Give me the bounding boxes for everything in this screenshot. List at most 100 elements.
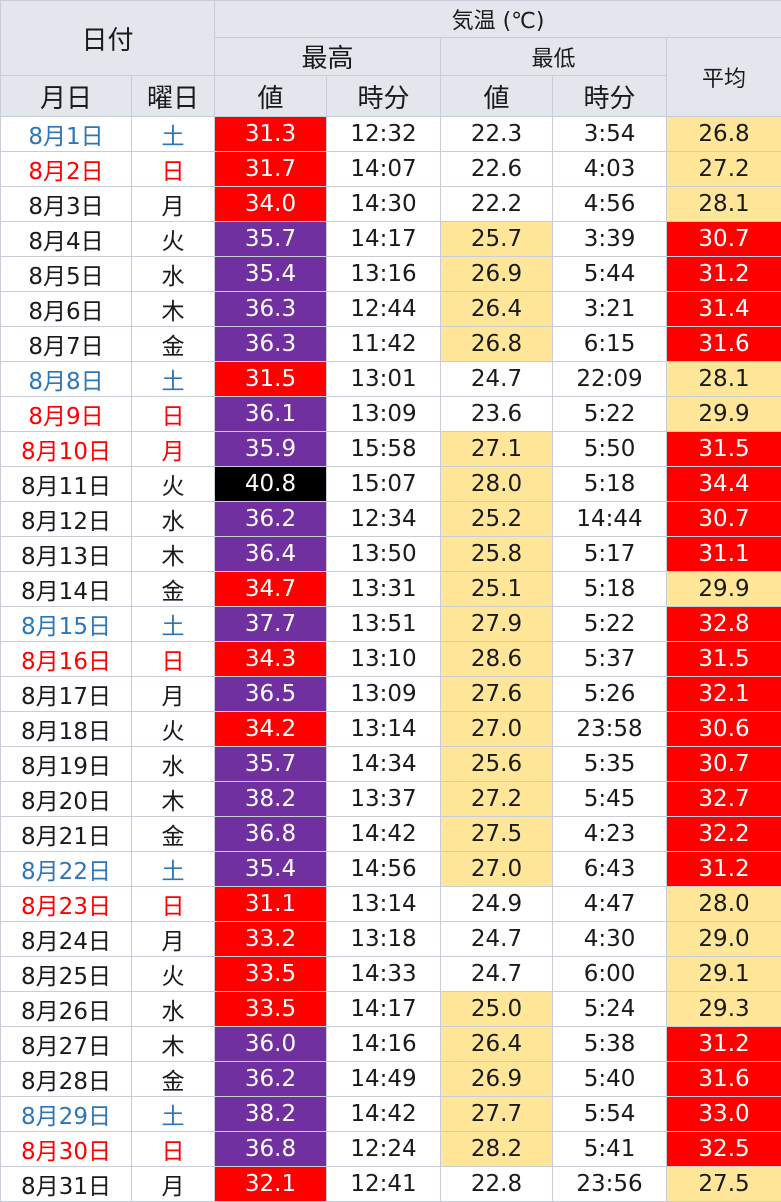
date-cell: 8月27日 [1, 1027, 132, 1062]
max-value-header: 値 [215, 76, 327, 117]
date-group-header: 日付 [1, 1, 215, 76]
min-time-cell: 6:00 [553, 957, 667, 992]
max-time-cell: 15:07 [327, 467, 441, 502]
date-cell: 8月28日 [1, 1062, 132, 1097]
min-value-cell: 22.8 [441, 1167, 553, 1202]
max-value-cell: 37.7 [215, 607, 327, 642]
weekday-cell: 土 [132, 362, 215, 397]
max-time-cell: 14:17 [327, 222, 441, 257]
table-row: 8月17日月36.513:0927.65:2632.1 [1, 677, 781, 712]
max-value-cell: 33.5 [215, 957, 327, 992]
max-value-cell: 36.8 [215, 817, 327, 852]
table-row: 8月27日木36.014:1626.45:3831.2 [1, 1027, 781, 1062]
min-value-cell: 27.9 [441, 607, 553, 642]
max-value-cell: 36.3 [215, 292, 327, 327]
min-time-cell: 3:21 [553, 292, 667, 327]
min-time-cell: 4:56 [553, 187, 667, 222]
min-value-cell: 25.7 [441, 222, 553, 257]
weekday-cell: 水 [132, 502, 215, 537]
date-cell: 8月29日 [1, 1097, 132, 1132]
avg-value-cell: 30.7 [667, 502, 781, 537]
table-row: 8月12日水36.212:3425.214:4430.7 [1, 502, 781, 537]
table-row: 8月4日火35.714:1725.73:3930.7 [1, 222, 781, 257]
month-day-header: 月日 [1, 76, 132, 117]
avg-value-cell: 28.1 [667, 362, 781, 397]
min-value-cell: 27.5 [441, 817, 553, 852]
avg-value-cell: 27.2 [667, 152, 781, 187]
table-row: 8月25日火33.514:3324.76:0029.1 [1, 957, 781, 992]
avg-value-cell: 29.9 [667, 572, 781, 607]
max-value-cell: 36.5 [215, 677, 327, 712]
max-value-cell: 36.0 [215, 1027, 327, 1062]
table-row: 8月23日日31.113:1424.94:4728.0 [1, 887, 781, 922]
temperature-group-header: 気温 (℃) [215, 1, 781, 38]
max-value-cell: 31.3 [215, 117, 327, 152]
weekday-cell: 土 [132, 852, 215, 887]
min-time-cell: 22:09 [553, 362, 667, 397]
max-value-cell: 35.7 [215, 222, 327, 257]
weekday-cell: 金 [132, 572, 215, 607]
min-value-cell: 25.8 [441, 537, 553, 572]
weekday-cell: 火 [132, 222, 215, 257]
min-value-cell: 26.4 [441, 1027, 553, 1062]
min-value-cell: 28.6 [441, 642, 553, 677]
min-value-cell: 28.2 [441, 1132, 553, 1167]
avg-value-cell: 31.6 [667, 327, 781, 362]
min-value-cell: 26.4 [441, 292, 553, 327]
temperature-table: 日付 気温 (℃) 最高 最低 平均 月日 曜日 値 時分 値 時分 8月1日土… [0, 0, 781, 1202]
avg-value-cell: 28.0 [667, 887, 781, 922]
min-time-cell: 5:22 [553, 397, 667, 432]
min-time-cell: 4:03 [553, 152, 667, 187]
date-cell: 8月22日 [1, 852, 132, 887]
min-time-cell: 5:41 [553, 1132, 667, 1167]
avg-value-cell: 30.7 [667, 747, 781, 782]
table-body: 8月1日土31.312:3222.33:5426.88月2日日31.714:07… [1, 117, 781, 1202]
avg-value-cell: 29.0 [667, 922, 781, 957]
date-cell: 8月19日 [1, 747, 132, 782]
avg-value-cell: 31.2 [667, 257, 781, 292]
table-row: 8月24日月33.213:1824.74:3029.0 [1, 922, 781, 957]
date-cell: 8月16日 [1, 642, 132, 677]
table-row: 8月26日水33.514:1725.05:2429.3 [1, 992, 781, 1027]
weekday-cell: 月 [132, 677, 215, 712]
max-value-cell: 36.4 [215, 537, 327, 572]
min-time-cell: 5:38 [553, 1027, 667, 1062]
max-time-cell: 12:32 [327, 117, 441, 152]
table-row: 8月16日日34.313:1028.65:3731.5 [1, 642, 781, 677]
weekday-cell: 月 [132, 1167, 215, 1202]
max-value-cell: 35.9 [215, 432, 327, 467]
max-time-cell: 15:58 [327, 432, 441, 467]
date-cell: 8月12日 [1, 502, 132, 537]
table-row: 8月10日月35.915:5827.15:5031.5 [1, 432, 781, 467]
avg-value-cell: 29.9 [667, 397, 781, 432]
table-row: 8月28日金36.214:4926.95:4031.6 [1, 1062, 781, 1097]
weekday-cell: 水 [132, 257, 215, 292]
min-group-header: 最低 [441, 38, 667, 76]
min-time-cell: 5:22 [553, 607, 667, 642]
max-time-cell: 14:34 [327, 747, 441, 782]
date-cell: 8月10日 [1, 432, 132, 467]
max-value-cell: 36.1 [215, 397, 327, 432]
max-value-cell: 35.4 [215, 852, 327, 887]
max-time-cell: 13:37 [327, 782, 441, 817]
table-row: 8月13日木36.413:5025.85:1731.1 [1, 537, 781, 572]
table-header: 日付 気温 (℃) 最高 最低 平均 月日 曜日 値 時分 値 時分 [1, 1, 781, 117]
max-time-cell: 13:51 [327, 607, 441, 642]
avg-value-cell: 31.5 [667, 642, 781, 677]
date-cell: 8月3日 [1, 187, 132, 222]
min-value-cell: 25.6 [441, 747, 553, 782]
min-time-cell: 5:26 [553, 677, 667, 712]
min-value-header: 値 [441, 76, 553, 117]
table-row: 8月7日金36.311:4226.86:1531.6 [1, 327, 781, 362]
max-time-cell: 11:42 [327, 327, 441, 362]
date-cell: 8月8日 [1, 362, 132, 397]
weekday-cell: 火 [132, 957, 215, 992]
max-value-cell: 38.2 [215, 1097, 327, 1132]
min-value-cell: 27.2 [441, 782, 553, 817]
max-value-cell: 33.2 [215, 922, 327, 957]
min-value-cell: 27.0 [441, 852, 553, 887]
min-value-cell: 26.8 [441, 327, 553, 362]
avg-value-cell: 30.7 [667, 222, 781, 257]
table-row: 8月22日土35.414:5627.06:4331.2 [1, 852, 781, 887]
min-value-cell: 24.7 [441, 922, 553, 957]
